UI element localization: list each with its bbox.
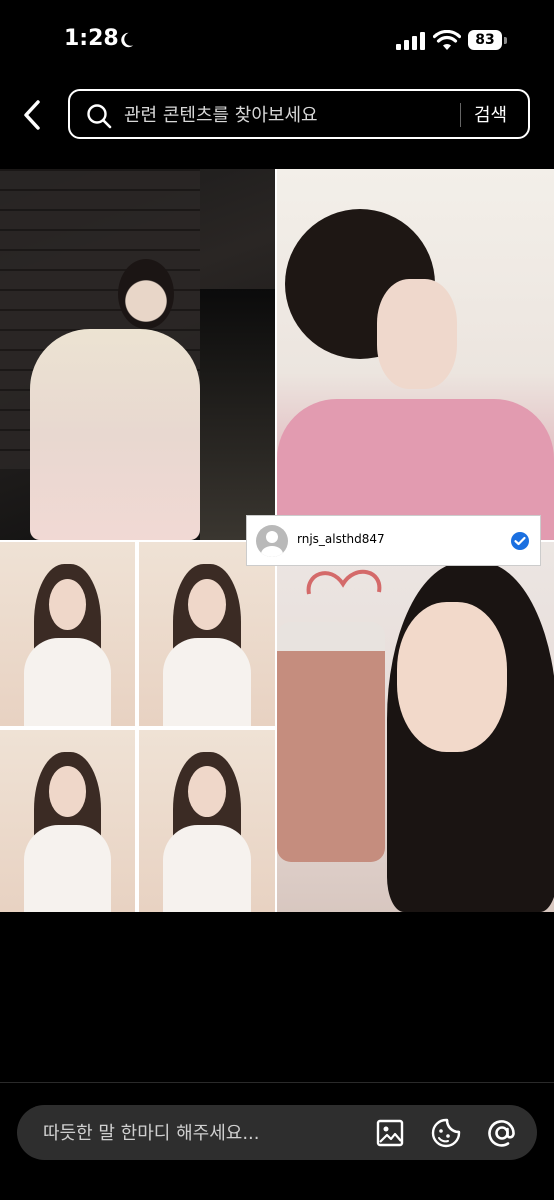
figure-head [118,259,174,329]
cellular-signal-icon [396,32,425,50]
search-icon [87,104,112,129]
avatar [256,525,288,557]
search-bar[interactable]: 검색 [68,89,530,139]
sticker-icon[interactable] [430,1117,462,1149]
comment-input[interactable] [41,1119,345,1147]
back-arrow-icon[interactable] [18,98,46,132]
photo-grid-tile [139,730,275,912]
phone-in-hand [277,622,385,862]
moon-icon [121,32,134,48]
wifi-icon [433,30,461,50]
photo-grid-tile [139,542,275,726]
search-input[interactable] [122,101,456,129]
bottom-divider [0,1082,554,1083]
comment-bar[interactable] [17,1105,537,1160]
at-mention-icon[interactable] [486,1117,518,1149]
battery-level: 83 [468,30,502,50]
street-background [200,289,275,540]
face-profile [377,279,457,389]
photo-mirror-selfie-pajamas [277,169,554,540]
user-tag[interactable]: rnjs_alsthd847 [246,515,541,566]
battery-tip [504,37,507,44]
photo-grid-tile [0,730,135,912]
verified-check-icon [511,532,529,550]
photo-grid-tile [0,542,135,726]
search-button[interactable]: 검색 [474,100,524,128]
photo-hanbok-night [0,169,275,540]
battery-indicator: 83 [468,30,508,52]
face [397,602,507,752]
tag-username: rnjs_alsthd847 [297,532,385,546]
hanbok-figure [30,329,200,540]
status-bar: 1:28 83 [0,0,554,80]
search-divider [460,103,461,127]
collage-image[interactable]: rnjs_alsthd847 [0,169,554,912]
heart-drawing [306,569,382,595]
image-icon[interactable] [374,1117,406,1149]
status-time: 1:28 [64,26,119,51]
photo-phone-selfie [277,542,554,912]
